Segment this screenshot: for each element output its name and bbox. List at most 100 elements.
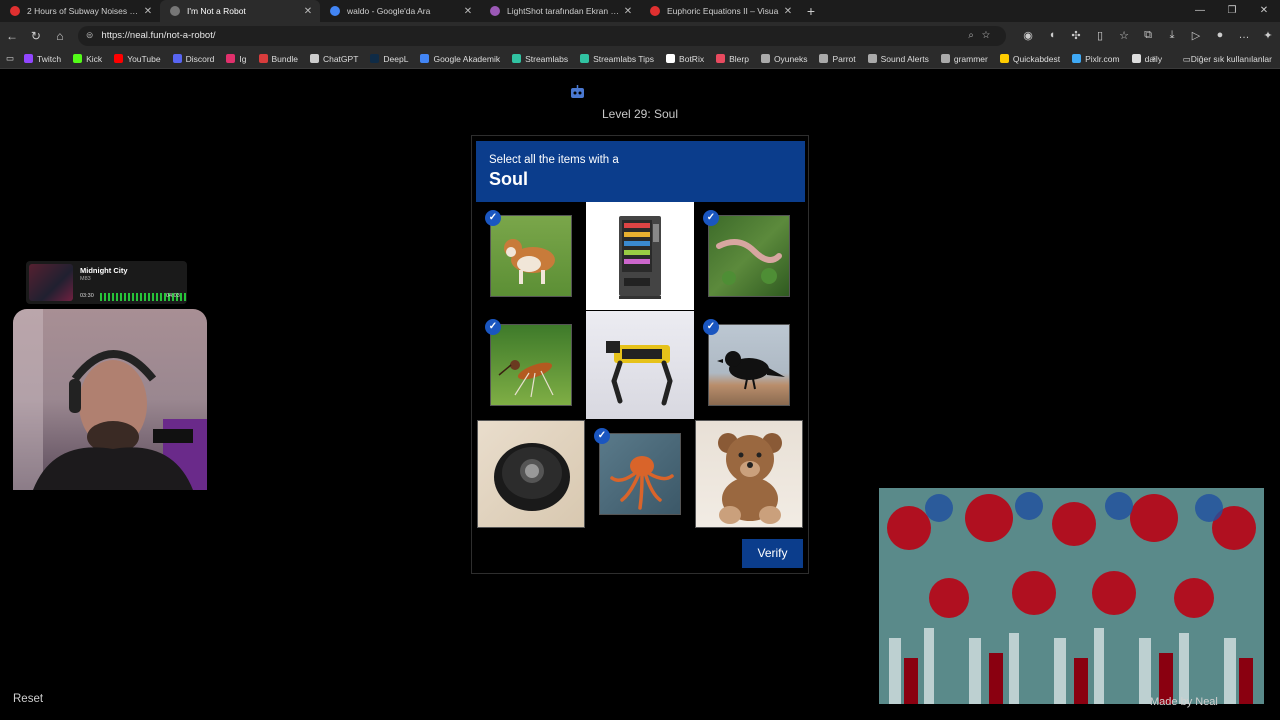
extension-icon[interactable]: ◉ [1016,29,1040,42]
close-tab-icon[interactable]: ✕ [302,6,314,17]
tab-not-a-robot[interactable]: I'm Not a Robot ✕ [160,0,320,22]
collections-icon[interactable]: ⧉ [1136,29,1160,42]
bookmark-kick[interactable]: Kick [73,54,102,64]
dog-image [490,215,572,297]
tile-worm[interactable]: ✓ [695,202,803,310]
bookmark-bundle[interactable]: Bundle [258,54,298,64]
bookmarks-overflow-icon[interactable]: › [1152,49,1155,68]
bookmark-label: DeepL [383,53,409,64]
tile-mosquito[interactable]: ✓ [477,311,585,419]
check-icon: ✓ [485,319,501,335]
bookmark-grammer[interactable]: grammer [940,54,988,64]
close-tab-icon[interactable]: ✕ [462,6,474,17]
captcha-keyword: Soul [489,169,528,189]
tile-dog[interactable]: ✓ [477,202,585,310]
tile-crow[interactable]: ✓ [695,311,803,419]
tab-euphoric[interactable]: Euphoric Equations II – Visua ✕ [640,0,800,22]
audio-icon[interactable]: ◖ [1040,29,1064,42]
reload-icon[interactable]: ↻ [24,29,48,43]
bookmark-deepl[interactable]: DeepL [370,54,408,64]
verify-button[interactable]: Verify [742,539,803,568]
made-by-link[interactable]: Made by Neal [1150,696,1218,708]
home-icon[interactable]: ⌂ [48,29,72,43]
check-icon: ✓ [485,210,501,226]
bookmark-streamlabs-tips[interactable]: Streamlabs Tips [580,54,654,64]
folder-icon: ▭ [1182,53,1191,64]
teddy-bear-image [695,420,803,528]
tab-title: 2 Hours of Subway Noises and Re [27,6,142,16]
elapsed-time: 03:30 [80,293,94,299]
check-icon: ✓ [703,319,719,335]
puzzle-icon[interactable]: ✣ [1064,29,1088,42]
check-icon: ✓ [594,428,610,444]
split-icon[interactable]: ▯ [1088,29,1112,42]
bookmark-icon [819,54,829,63]
tile-vending-machine[interactable] [586,202,694,310]
bookmark-label: Pixlr.com [1085,53,1120,64]
bookmark-sound-alerts[interactable]: Sound Alerts [867,54,929,64]
window-controls: — ❐ ✕ [1184,0,1280,22]
zoom-star-icons[interactable]: ⌕☆ [968,30,998,41]
favorites-icon[interactable]: ☆ [1112,29,1136,42]
bookmarks-icon[interactable]: ▭ [6,53,14,64]
bookmark-discord[interactable]: Discord [172,54,214,64]
profile-icon[interactable]: ● [1208,29,1232,42]
crow-image [708,324,790,406]
minimize-icon[interactable]: — [1184,0,1216,22]
bookmark-pixlr-com[interactable]: Pixlr.com [1072,53,1120,64]
bookmark-icon [258,54,268,63]
tab-lightshot[interactable]: LightShot tarafından Ekran Görün ✕ [480,0,640,22]
bookmark-parrot[interactable]: Parrot [819,54,856,64]
bookmark-daily[interactable]: daily [1131,54,1162,64]
address-bar: ← ↻ ⌂ ⊜ https://neal.fun/not-a-robot/ ⌕☆… [0,22,1280,49]
tile-robot-vacuum[interactable] [477,420,585,528]
close-tab-icon[interactable]: ✕ [622,6,634,17]
bookmark-botrix[interactable]: BotRix [666,54,704,64]
song-artist: M83 [80,276,91,282]
bookmark-label: Quickabdest [1012,53,1061,64]
bookmark-label: Kick [86,53,103,64]
reset-button[interactable]: Reset [13,693,43,705]
bookmark-icon [999,54,1009,63]
close-tab-icon[interactable]: ✕ [782,6,794,17]
bookmark-blerp[interactable]: Blerp [716,54,749,64]
site-info-icon[interactable]: ⊜ [86,30,94,41]
more-icon[interactable]: … [1232,29,1256,42]
copilot-icon[interactable]: ✦ [1256,29,1280,42]
captcha-header: Select all the items with a Soul [476,141,805,202]
download-icon[interactable]: ⤓ [1160,29,1184,42]
bookmark-icon [716,54,726,63]
bookmark-icon [114,54,124,63]
tile-octopus[interactable]: ✓ [586,420,694,528]
new-tab-button[interactable]: + [800,3,822,19]
bookmark-chatgpt[interactable]: ChatGPT [309,54,358,64]
back-icon[interactable]: ← [0,29,24,43]
tab-waldo[interactable]: waldo - Google'da Ara ✕ [320,0,480,22]
bookmark-label: Google Akademik [433,53,501,64]
close-window-icon[interactable]: ✕ [1248,0,1280,22]
bookmark-twitch[interactable]: Twitch [24,54,61,64]
bookmark-google-akademik[interactable]: Google Akademik [420,54,500,64]
check-icon: ✓ [703,210,719,226]
bookmark-icon [420,54,430,63]
tile-robot-dog[interactable] [586,311,694,419]
bookmark-streamlabs[interactable]: Streamlabs [512,54,568,64]
level-title: Level 29: Soul [601,107,679,121]
share-icon[interactable]: ▷ [1184,29,1208,42]
tile-teddy-bear[interactable] [695,420,803,528]
restore-icon[interactable]: ❐ [1216,0,1248,22]
close-tab-icon[interactable]: ✕ [142,6,154,17]
bookmark-icon [666,54,676,63]
bookmark-icon [24,54,34,63]
bookmark-youtube[interactable]: YouTube [114,54,161,64]
bookmark-icon [580,54,590,63]
bookmark-oyuneks[interactable]: Oyuneks [760,54,807,64]
vending-machine-image [586,202,694,310]
bookmark-ig[interactable]: Ig [226,54,247,64]
tab-subway[interactable]: 2 Hours of Subway Noises and Re ✕ [0,0,160,22]
bookmark-icon [172,54,182,63]
song-title: Midnight City [80,266,128,275]
other-favorites-folder[interactable]: ▭ Diğer sık kullanılanlar [1182,49,1272,68]
url-field[interactable]: ⊜ https://neal.fun/not-a-robot/ ⌕☆ [77,25,1006,46]
bookmark-quickabdest[interactable]: Quickabdest [999,53,1061,64]
